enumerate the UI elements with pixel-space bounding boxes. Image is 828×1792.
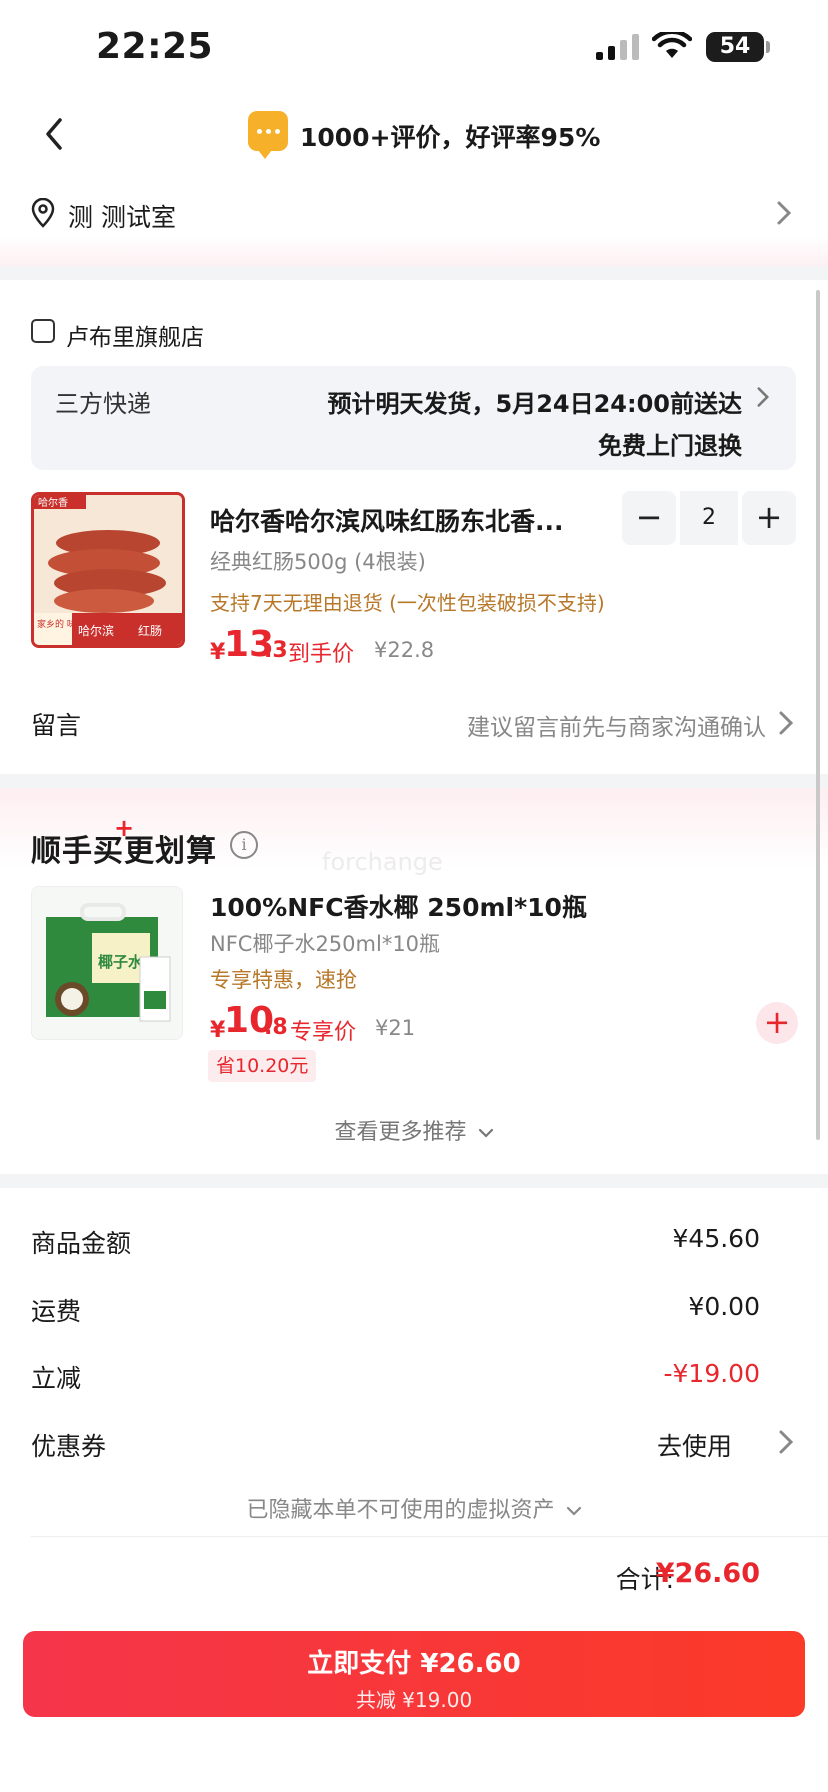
shipping-method: 三方快递 <box>55 390 151 418</box>
recommend-product-spec: NFC椰子水250ml*10瓶 <box>210 932 441 956</box>
add-to-order-button[interactable]: + <box>756 1002 798 1044</box>
hidden-assets-label[interactable]: 已隐藏本单不可使用的虚拟资产 <box>246 1498 554 1523</box>
box-label: 椰子水 <box>98 953 144 971</box>
discount-label: 立减 <box>31 1364 82 1393</box>
header-band <box>0 236 828 266</box>
subtotal-value: ¥45.60 <box>672 1224 760 1253</box>
cellular-signal-icon <box>596 34 639 60</box>
section-divider <box>0 1174 828 1188</box>
coupon-action[interactable]: 去使用 <box>657 1427 732 1463</box>
coupon-label: 优惠券 <box>31 1432 107 1461</box>
store-icon <box>31 319 55 343</box>
scrollbar[interactable] <box>816 290 820 1140</box>
coconut-water-box-illustration: 椰子水 <box>32 887 182 1039</box>
recommend-original-price: ¥21 <box>375 1016 416 1040</box>
chat-bubble-icon <box>248 111 288 159</box>
chevron-right-icon[interactable] <box>776 200 792 226</box>
section-divider <box>0 266 828 280</box>
product-tag-mid: 哈尔滨 <box>78 623 114 638</box>
original-price: ¥22.8 <box>374 638 435 662</box>
product-spec[interactable]: 经典红肠500g (4根装) <box>210 546 426 576</box>
back-arrow-icon[interactable] <box>40 116 70 152</box>
recommend-price-label: 专享价 <box>290 1020 357 1045</box>
shipping-fee-value: ¥0.00 <box>688 1292 760 1321</box>
decrease-button[interactable]: − <box>622 491 676 545</box>
increase-button[interactable]: + <box>742 491 796 545</box>
view-more-label[interactable]: 查看更多推荐 <box>334 1120 466 1145</box>
subtotal-label: 商品金额 <box>31 1229 132 1258</box>
battery-tip <box>766 41 770 53</box>
recommend-promo: 专享特惠，速抢 <box>210 968 357 992</box>
shipping-fee-label: 运费 <box>31 1297 82 1326</box>
hidden-assets-toggle[interactable]: 已隐藏本单不可使用的虚拟资产 <box>0 1492 828 1524</box>
recommend-product-name[interactable]: 100%NFC香水椰 250ml*10瓶 <box>210 888 587 924</box>
recommend-plus-mark: + <box>114 814 135 842</box>
sausage-illustration: 哈尔香 家乡的 味道 哈尔滨 红肠 <box>34 495 182 645</box>
pay-button-label[interactable]: 立即支付 ¥26.60 <box>23 1631 805 1680</box>
price-decimal: .3 <box>264 638 288 663</box>
shipping-estimate: 预计明天发货，5月24日24:00前送达 <box>327 390 743 418</box>
store-name[interactable]: 卢布里旗舰店 <box>66 318 204 352</box>
chevron-right-icon[interactable] <box>778 710 794 736</box>
discount-value: -¥19.00 <box>663 1359 761 1388</box>
quantity-stepper[interactable]: − 2 + <box>622 491 796 545</box>
summary-divider <box>31 1536 828 1537</box>
chevron-right-icon[interactable] <box>756 386 770 408</box>
rating-summary[interactable]: 1000+评价，好评率95% <box>300 118 600 154</box>
status-time: 22:25 <box>96 26 214 67</box>
recommend-price-decimal: .8 <box>264 1015 288 1040</box>
product-title[interactable]: 哈尔香哈尔滨风味红肠东北香... <box>210 502 590 538</box>
message-label: 留言 <box>31 711 82 740</box>
total-value: ¥26.60 <box>655 1558 760 1589</box>
savings-badge: 省10.20元 <box>208 1050 317 1082</box>
pay-now-button[interactable]: 立即支付 ¥26.60 共减 ¥19.00 <box>23 1631 805 1717</box>
battery-indicator: 54 <box>706 32 764 62</box>
view-more-recommendations[interactable]: 查看更多推荐 <box>0 1114 828 1146</box>
chevron-down-icon[interactable] <box>478 1127 494 1139</box>
quantity-value[interactable]: 2 <box>680 491 738 545</box>
product-image[interactable]: 哈尔香 家乡的 味道 哈尔滨 红肠 <box>31 492 185 648</box>
wifi-icon <box>652 32 692 58</box>
info-icon[interactable]: i <box>230 831 258 859</box>
chevron-right-icon[interactable] <box>778 1429 794 1455</box>
return-policy-note: 支持7天无理由退货 (一次性包装破损不支持) <box>210 591 605 615</box>
message-hint[interactable]: 建议留言前先与商家沟通确认 <box>467 708 766 742</box>
chevron-down-icon[interactable] <box>566 1505 582 1517</box>
location-pin-icon <box>31 198 55 228</box>
section-divider <box>0 774 828 788</box>
product-brand-label: 哈尔香 <box>38 496 68 509</box>
watermark: forchange <box>322 848 443 876</box>
product-tag-right: 红肠 <box>138 623 162 638</box>
delivery-address[interactable]: 测 测试室 <box>68 198 176 234</box>
pay-button-savings[interactable]: 共减 ¥19.00 <box>23 1684 805 1713</box>
recommend-product-image[interactable]: 椰子水 <box>31 886 183 1040</box>
return-policy: 免费上门退换 <box>598 432 742 460</box>
price-label: 到手价 <box>288 642 355 667</box>
